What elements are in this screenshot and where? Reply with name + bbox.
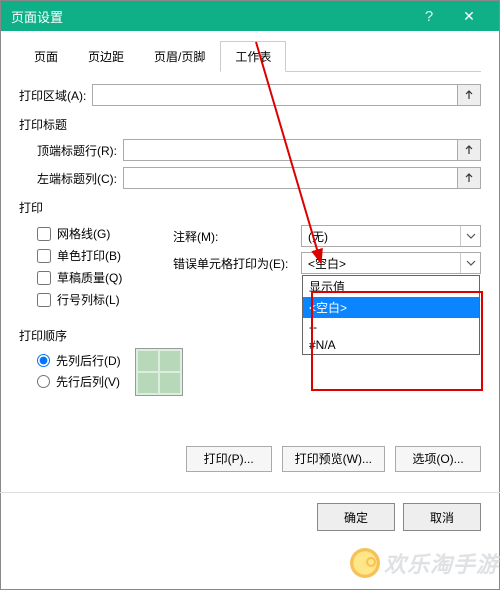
errors-option-na[interactable]: #N/A	[303, 336, 479, 354]
errors-dropdown: 显示值 <空白> -- #N/A	[302, 275, 480, 355]
print-area-picker[interactable]	[457, 84, 481, 106]
chevron-down-icon	[460, 253, 480, 273]
draft-label: 草稿质量(Q)	[57, 269, 122, 286]
ok-cancel-row: 确定 取消	[1, 503, 499, 545]
gridlines-checkbox[interactable]	[37, 227, 51, 241]
print-titles-section: 顶端标题行(R): 左端标题列(C):	[19, 139, 481, 189]
footer-buttons: 打印(P)... 打印预览(W)... 选项(O)...	[19, 446, 481, 472]
top-row-input[interactable]	[123, 139, 457, 161]
print-area-field	[92, 84, 481, 106]
comments-value: (无)	[302, 228, 460, 245]
print-section: 网格线(G) 单色打印(B) 草稿质量(Q) 行号列标(L) 注释(M): (无…	[19, 220, 481, 313]
ok-button[interactable]: 确定	[317, 503, 395, 531]
rowcol-label: 行号列标(L)	[57, 291, 120, 308]
preview-button[interactable]: 打印预览(W)...	[282, 446, 385, 472]
close-button[interactable]: ✕	[449, 8, 489, 25]
options-button[interactable]: 选项(O)...	[395, 446, 481, 472]
tab-sheet[interactable]: 工作表	[220, 41, 286, 72]
left-col-label: 左端标题列(C):	[37, 170, 117, 187]
row-first-label: 先行后列(V)	[56, 373, 120, 390]
chevron-down-icon	[460, 226, 480, 246]
content-area: 页面 页边距 页眉/页脚 工作表 打印区域(A): 打印标题 顶端标题行(R):	[1, 31, 499, 472]
tab-bar: 页面 页边距 页眉/页脚 工作表	[19, 41, 481, 72]
tab-margins[interactable]: 页边距	[73, 41, 139, 72]
gridlines-label: 网格线(G)	[57, 225, 110, 242]
errors-value: <空白>	[302, 255, 460, 272]
titlebar: 页面设置 ? ✕	[1, 1, 499, 31]
print-button[interactable]: 打印(P)...	[186, 446, 272, 472]
watermark-logo-icon	[350, 548, 380, 578]
errors-option-blank[interactable]: <空白>	[303, 297, 479, 318]
bw-checkbox[interactable]	[37, 249, 51, 263]
bw-label: 单色打印(B)	[57, 247, 121, 264]
dialog-window: 页面设置 ? ✕ 页面 页边距 页眉/页脚 工作表 打印区域(A): 打印标题	[0, 0, 500, 590]
comments-label: 注释(M):	[173, 228, 301, 245]
tab-headerfooter[interactable]: 页眉/页脚	[139, 41, 220, 72]
tab-page[interactable]: 页面	[19, 41, 73, 72]
errors-option-showvalue[interactable]: 显示值	[303, 276, 479, 297]
left-col-picker[interactable]	[457, 167, 481, 189]
print-area-label: 打印区域(A):	[19, 87, 86, 104]
print-titles-group: 打印标题	[19, 116, 481, 133]
comments-combo[interactable]: (无)	[301, 225, 481, 247]
left-col-input[interactable]	[123, 167, 457, 189]
print-area-row: 打印区域(A):	[19, 84, 481, 106]
watermark: 欢乐淘手游	[350, 547, 499, 579]
watermark-text: 欢乐淘手游	[384, 547, 499, 579]
draft-checkbox[interactable]	[37, 271, 51, 285]
top-row-picker[interactable]	[457, 139, 481, 161]
errors-label: 错误单元格打印为(E):	[173, 255, 301, 272]
print-group: 打印	[19, 199, 481, 216]
divider	[0, 492, 500, 493]
col-first-radio[interactable]	[37, 354, 50, 367]
cancel-button[interactable]: 取消	[403, 503, 481, 531]
print-area-input[interactable]	[92, 84, 457, 106]
errors-combo[interactable]: <空白> 显示值 <空白> -- #N/A	[301, 252, 481, 274]
rowcol-checkbox[interactable]	[37, 293, 51, 307]
window-title: 页面设置	[11, 7, 409, 26]
top-row-label: 顶端标题行(R):	[37, 142, 117, 159]
order-illustration	[135, 348, 183, 396]
help-button[interactable]: ?	[409, 8, 449, 25]
errors-option-dashes[interactable]: --	[303, 318, 479, 336]
col-first-label: 先列后行(D)	[56, 352, 121, 369]
row-first-radio[interactable]	[37, 375, 50, 388]
